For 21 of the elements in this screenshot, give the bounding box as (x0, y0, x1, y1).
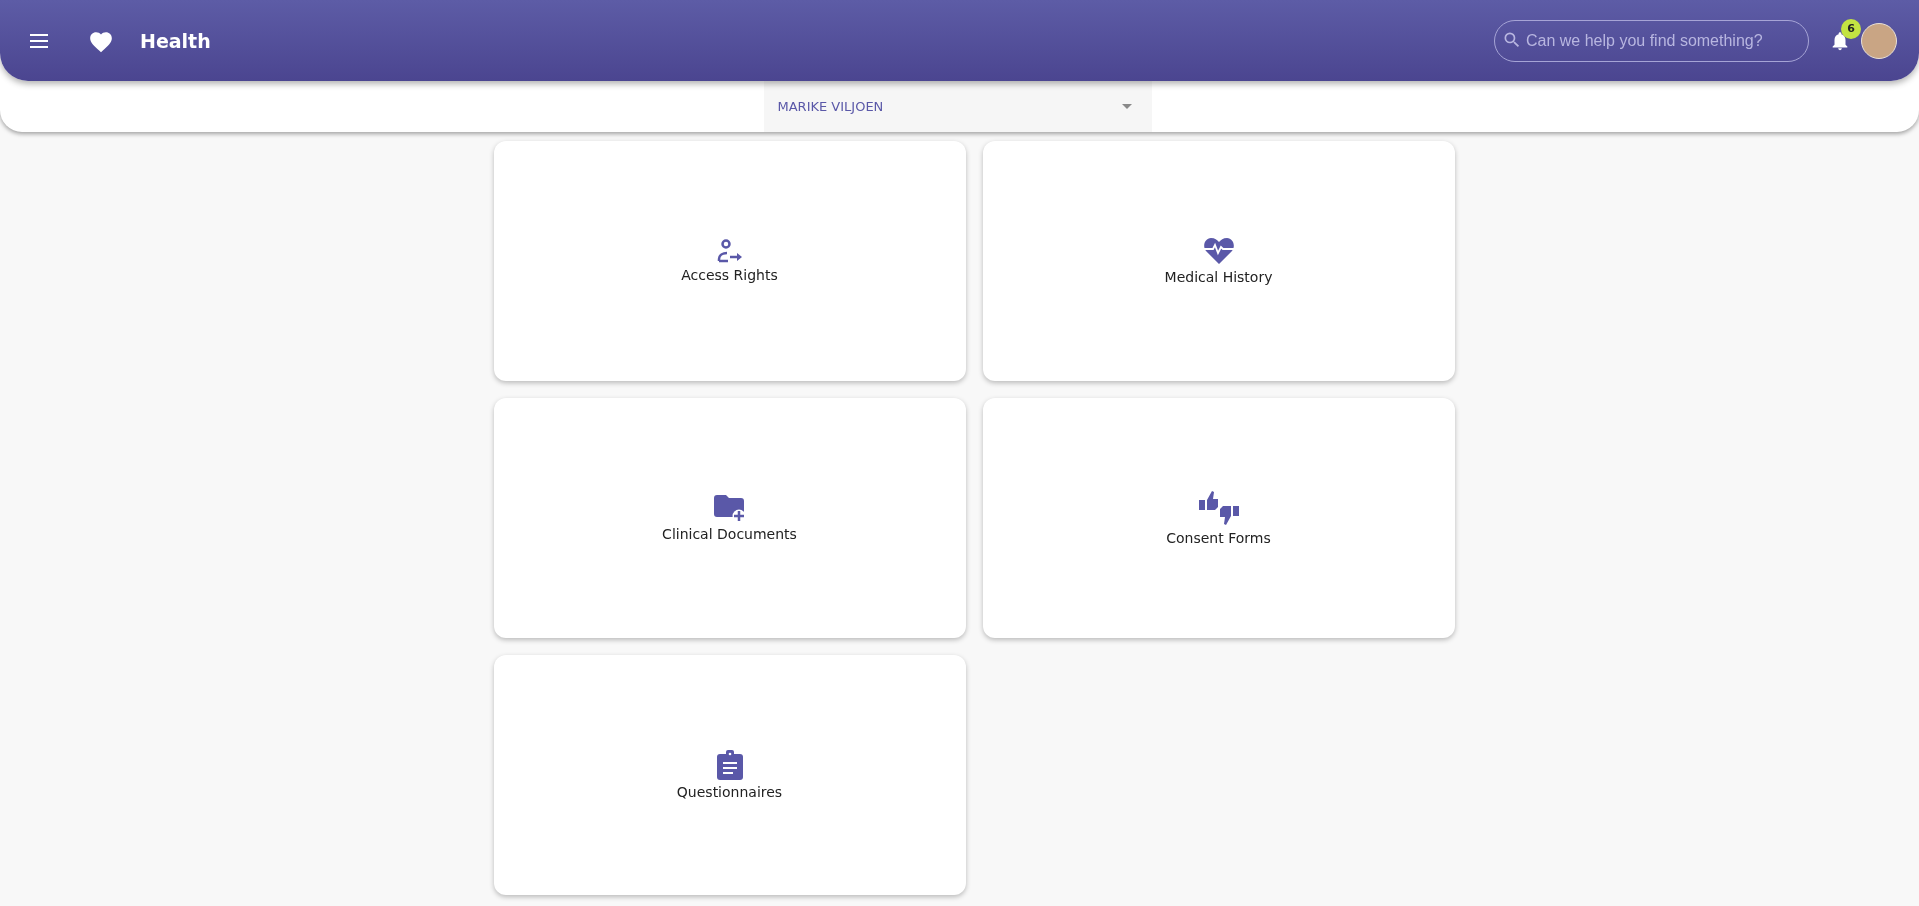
caret-icon (1121, 104, 1132, 109)
card-label: Questionnaires (676, 784, 783, 800)
clipboard-icon (716, 750, 743, 780)
menu-card[interactable]: Medical History (982, 141, 1455, 381)
user-avatar[interactable] (1861, 22, 1897, 59)
menu-card[interactable]: Questionnaires (493, 655, 966, 895)
card-label: Access Rights (681, 267, 778, 283)
thumbs-up-down-icon (1198, 490, 1239, 526)
card-label: Clinical Documents (662, 526, 797, 542)
heartbeat-icon (1202, 237, 1235, 265)
patient-dropdown[interactable]: MARIKE VILJOEN (763, 81, 1152, 132)
menu-card[interactable]: Consent Forms (982, 398, 1455, 638)
app-title: Health (140, 29, 211, 52)
card-label: Consent Forms (1166, 530, 1271, 546)
folder-plus-icon (713, 494, 746, 522)
search-field[interactable]: Can we help you find something? (1494, 19, 1809, 62)
person-arrow-icon (716, 239, 743, 263)
notification-count: 6 (1841, 18, 1861, 39)
menu-card[interactable]: Access Rights (493, 141, 966, 381)
card-label: Medical History (1164, 269, 1273, 285)
menu-card[interactable]: Clinical Documents (493, 398, 966, 638)
